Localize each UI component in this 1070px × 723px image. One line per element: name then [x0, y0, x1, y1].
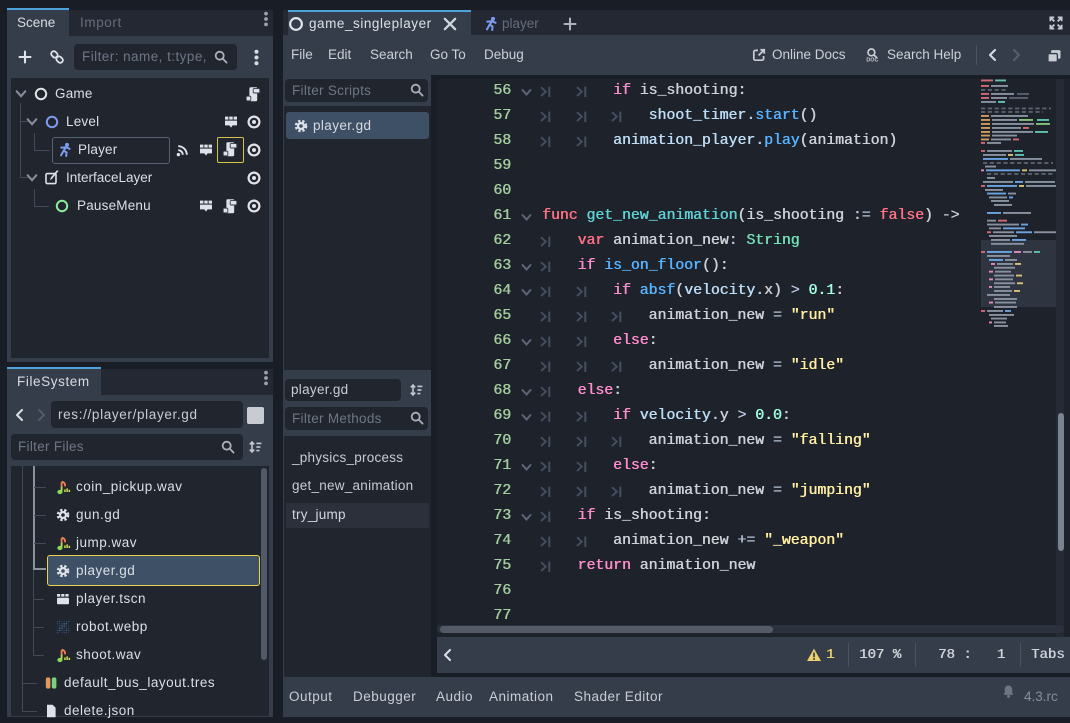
svg-text:DOC: DOC	[866, 58, 878, 63]
